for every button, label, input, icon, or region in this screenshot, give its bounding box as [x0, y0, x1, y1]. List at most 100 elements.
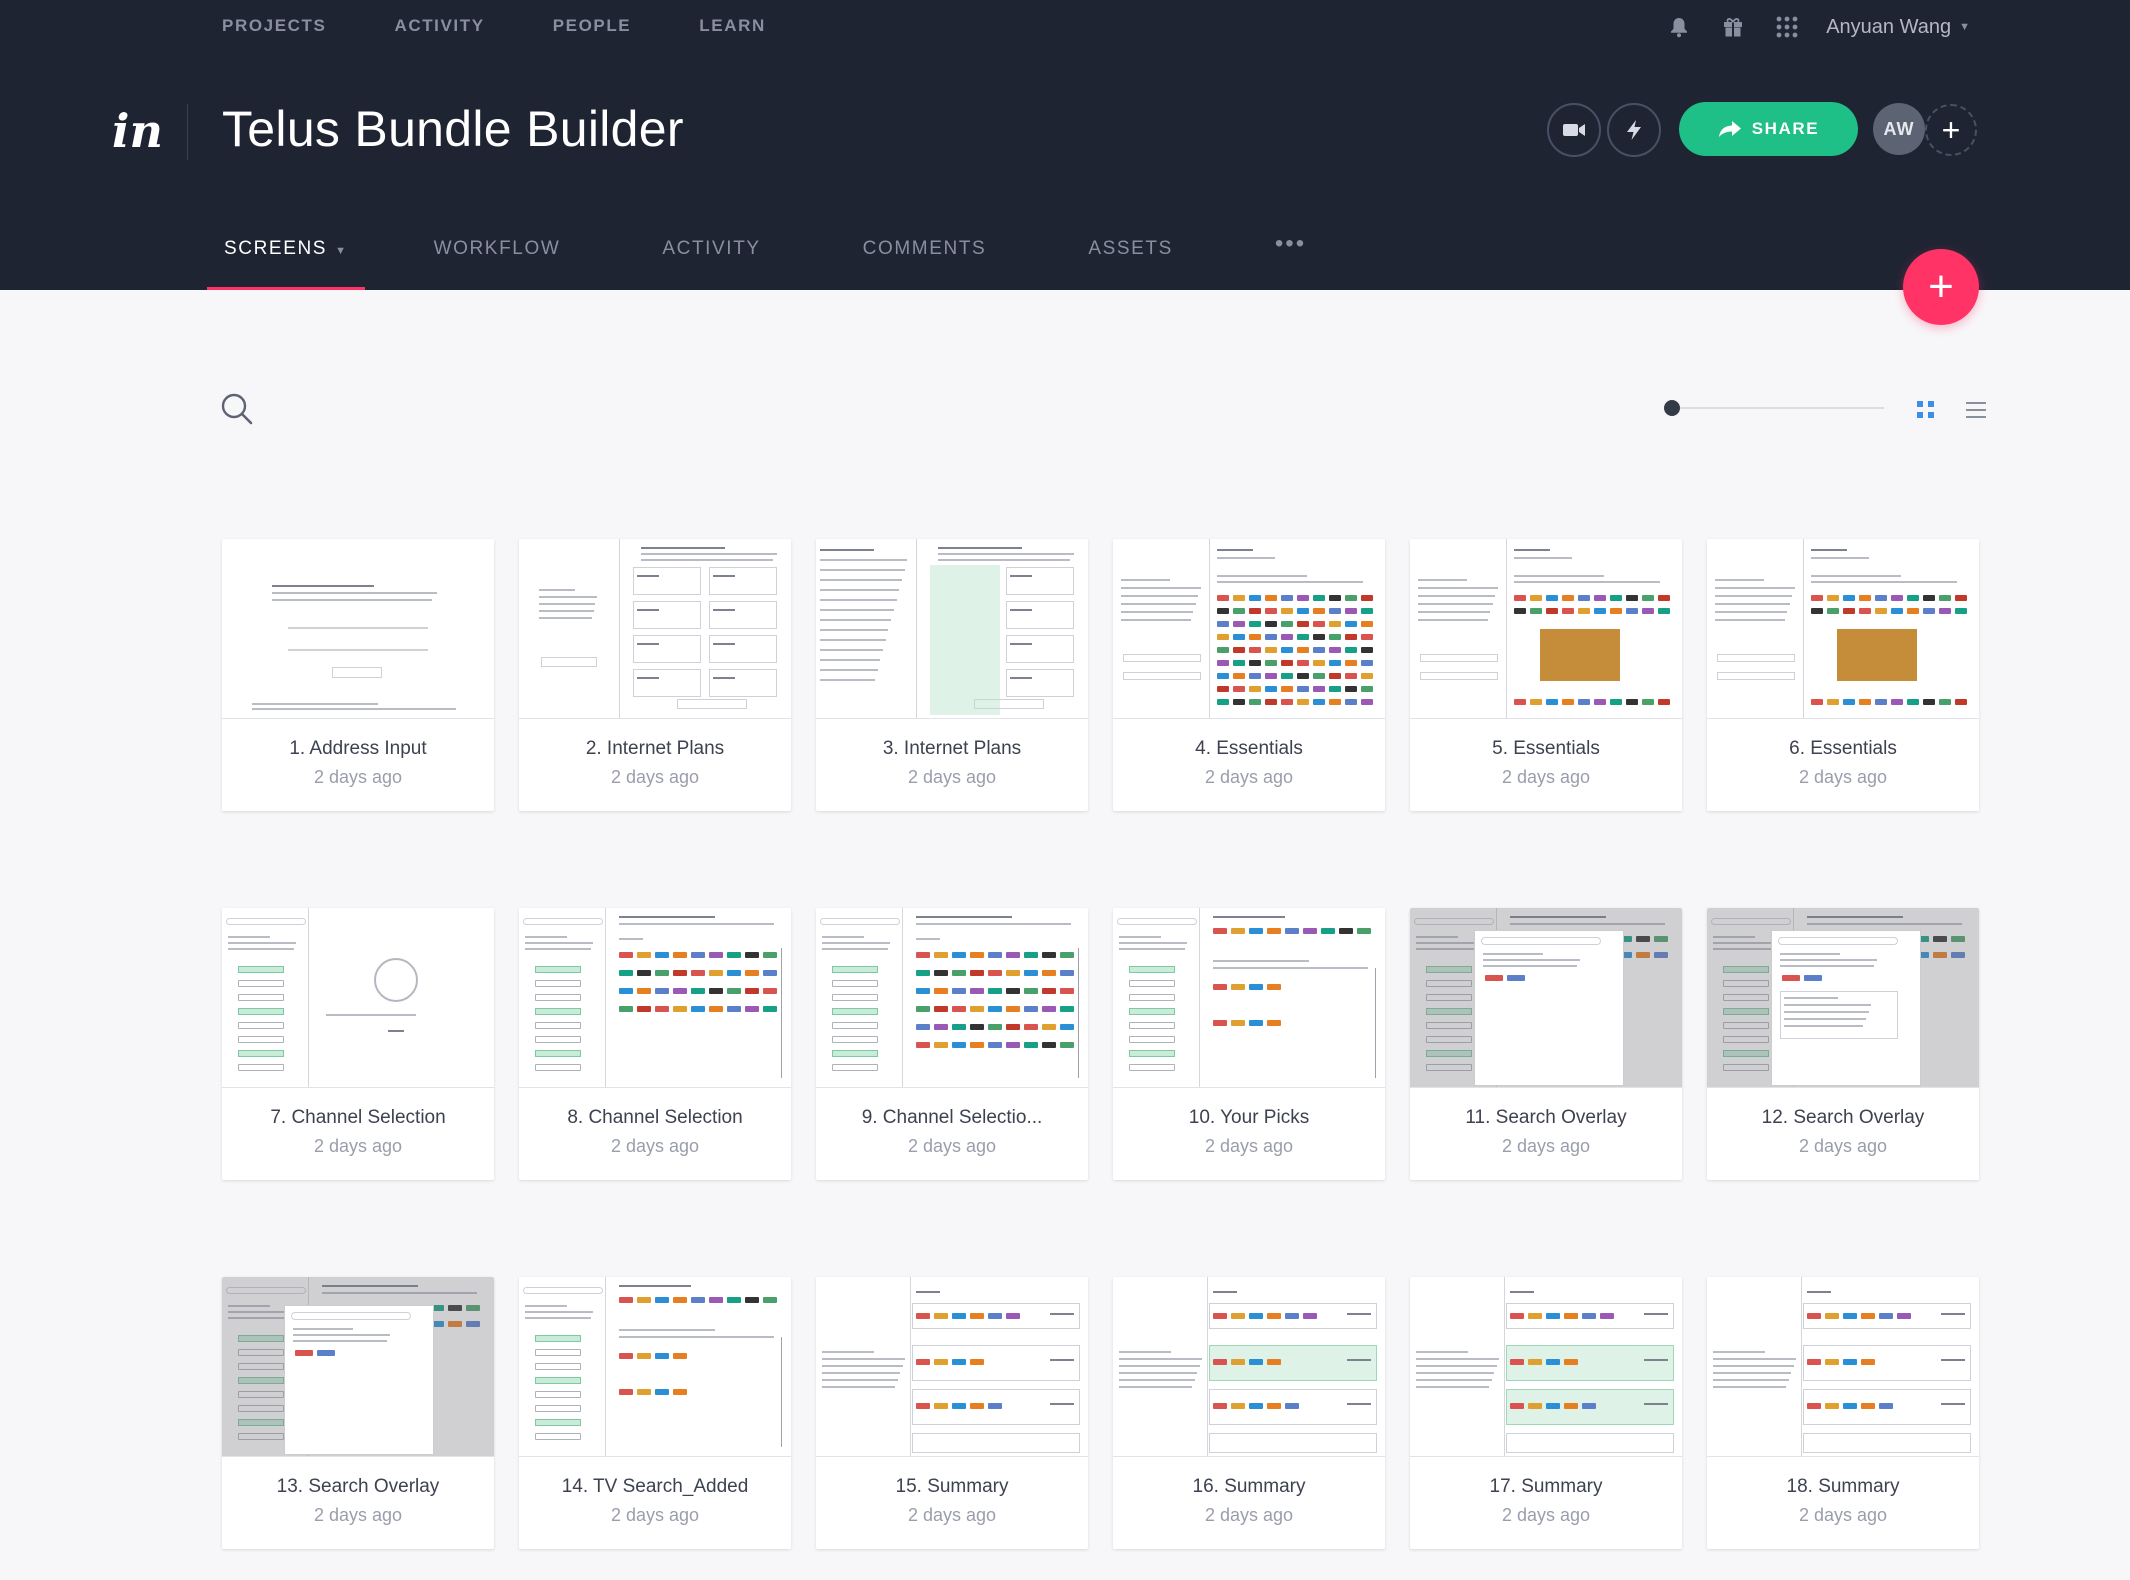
screen-card[interactable]: 18. Summary 2 days ago — [1707, 1277, 1979, 1549]
nav-learn[interactable]: LEARN — [699, 16, 766, 36]
screen-title[interactable]: 9. Channel Selectio... — [816, 1107, 1088, 1129]
apps-grid-icon[interactable] — [1774, 14, 1800, 40]
screen-thumbnail[interactable] — [1410, 1277, 1682, 1457]
invision-logo[interactable]: in — [112, 104, 163, 158]
tab-screens[interactable]: SCREENS ▼ — [207, 228, 365, 290]
thumbnail-size-slider[interactable] — [1664, 398, 1884, 418]
screen-card[interactable]: 17. Summary 2 days ago — [1410, 1277, 1682, 1549]
gift-icon[interactable] — [1720, 14, 1746, 40]
screen-date: 2 days ago — [1204, 767, 1294, 787]
nav-people[interactable]: PEOPLE — [553, 16, 632, 36]
screen-thumbnail[interactable] — [519, 908, 791, 1088]
screen-card[interactable]: 14. TV Search_Added 2 days ago — [519, 1277, 791, 1549]
screen-caption: 11. Search Overlay 2 days ago — [1410, 1088, 1682, 1157]
screen-caption: 1. Address Input 2 days ago — [222, 719, 494, 788]
share-button[interactable]: SHARE — [1679, 102, 1858, 156]
screen-thumbnail[interactable] — [519, 1277, 791, 1457]
screen-title[interactable]: 5. Essentials — [1410, 738, 1682, 760]
screen-caption: 10. Your Picks 2 days ago — [1113, 1088, 1385, 1157]
tab-activity[interactable]: ACTIVITY — [645, 228, 777, 290]
screen-card[interactable]: 13. Search Overlay 2 days ago — [222, 1277, 494, 1549]
avatar[interactable]: AW — [1873, 103, 1925, 155]
screen-thumbnail[interactable] — [1113, 539, 1385, 719]
screen-card[interactable]: 2. Internet Plans 2 days ago — [519, 539, 791, 811]
list-view-button[interactable] — [1965, 400, 1987, 420]
screen-thumbnail[interactable] — [816, 908, 1088, 1088]
screen-title[interactable]: 8. Channel Selection — [519, 1107, 791, 1129]
screen-thumbnail[interactable] — [816, 1277, 1088, 1457]
screen-thumbnail[interactable] — [222, 1277, 494, 1457]
screen-card[interactable]: 15. Summary 2 days ago — [816, 1277, 1088, 1549]
screen-thumbnail[interactable] — [222, 539, 494, 719]
screen-thumbnail[interactable] — [1113, 1277, 1385, 1457]
screen-caption: 13. Search Overlay 2 days ago — [222, 1457, 494, 1526]
lightning-button[interactable] — [1607, 103, 1661, 157]
screen-thumbnail[interactable] — [1707, 539, 1979, 719]
screen-thumbnail[interactable] — [1707, 1277, 1979, 1457]
share-arrow-icon — [1718, 121, 1741, 137]
screen-caption: 12. Search Overlay 2 days ago — [1707, 1088, 1979, 1157]
screen-thumbnail[interactable] — [816, 539, 1088, 719]
screen-title[interactable]: 18. Summary — [1707, 1476, 1979, 1498]
screen-card[interactable]: 6. Essentials 2 days ago — [1707, 539, 1979, 811]
screen-caption: 6. Essentials 2 days ago — [1707, 719, 1979, 788]
top-right-controls: Anyuan Wang ▼ — [1638, 14, 1970, 40]
screen-title[interactable]: 17. Summary — [1410, 1476, 1682, 1498]
screen-card[interactable]: 9. Channel Selectio... 2 days ago — [816, 908, 1088, 1180]
tab-assets[interactable]: ASSETS — [1071, 228, 1190, 290]
screen-title[interactable]: 14. TV Search_Added — [519, 1476, 791, 1498]
screen-title[interactable]: 4. Essentials — [1113, 738, 1385, 760]
screen-card[interactable]: 1. Address Input 2 days ago — [222, 539, 494, 811]
screen-title[interactable]: 3. Internet Plans — [816, 738, 1088, 760]
nav-activity[interactable]: ACTIVITY — [394, 16, 484, 36]
screen-card[interactable]: 11. Search Overlay 2 days ago — [1410, 908, 1682, 1180]
bell-icon[interactable] — [1666, 14, 1692, 40]
screen-title[interactable]: 16. Summary — [1113, 1476, 1385, 1498]
screen-title[interactable]: 7. Channel Selection — [222, 1107, 494, 1129]
screen-title[interactable]: 12. Search Overlay — [1707, 1107, 1979, 1129]
screen-card[interactable]: 12. Search Overlay 2 days ago — [1707, 908, 1979, 1180]
slider-handle[interactable] — [1664, 400, 1680, 416]
screen-title[interactable]: 15. Summary — [816, 1476, 1088, 1498]
screen-title[interactable]: 1. Address Input — [222, 738, 494, 760]
screen-caption: 17. Summary 2 days ago — [1410, 1457, 1682, 1526]
screen-title[interactable]: 13. Search Overlay — [222, 1476, 494, 1498]
screen-date: 2 days ago — [610, 767, 700, 787]
tab-comments[interactable]: COMMENTS — [846, 228, 1004, 290]
record-button[interactable] — [1547, 103, 1601, 157]
screen-title[interactable]: 6. Essentials — [1707, 738, 1979, 760]
screen-caption: 4. Essentials 2 days ago — [1113, 719, 1385, 788]
screen-thumbnail[interactable] — [1410, 908, 1682, 1088]
screen-caption: 9. Channel Selectio... 2 days ago — [816, 1088, 1088, 1157]
screen-title[interactable]: 11. Search Overlay — [1410, 1107, 1682, 1129]
add-person-button[interactable]: + — [1925, 104, 1977, 156]
screen-card[interactable]: 10. Your Picks 2 days ago — [1113, 908, 1385, 1180]
user-menu[interactable]: Anyuan Wang — [1826, 16, 1951, 39]
screen-card[interactable]: 7. Channel Selection 2 days ago — [222, 908, 494, 1180]
nav-projects[interactable]: PROJECTS — [222, 16, 326, 36]
more-tabs-button[interactable]: ••• — [1258, 228, 1323, 290]
screen-thumbnail[interactable] — [1707, 908, 1979, 1088]
header-divider — [187, 104, 188, 160]
screen-thumbnail[interactable] — [1113, 908, 1385, 1088]
screen-thumbnail[interactable] — [519, 539, 791, 719]
screen-thumbnail[interactable] — [1410, 539, 1682, 719]
chevron-down-icon[interactable]: ▼ — [1959, 21, 1970, 33]
screen-title[interactable]: 10. Your Picks — [1113, 1107, 1385, 1129]
tab-screens-label: SCREENS — [224, 238, 328, 259]
add-screen-button[interactable]: + — [1903, 249, 1979, 325]
screen-date: 2 days ago — [313, 1136, 403, 1156]
screen-card[interactable]: 3. Internet Plans 2 days ago — [816, 539, 1088, 811]
search-button[interactable] — [220, 392, 254, 431]
screen-card[interactable]: 16. Summary 2 days ago — [1113, 1277, 1385, 1549]
grid-view-button[interactable] — [1916, 400, 1936, 420]
tab-workflow[interactable]: WORKFLOW — [417, 228, 578, 290]
screen-caption: 5. Essentials 2 days ago — [1410, 719, 1682, 788]
screen-thumbnail[interactable] — [222, 908, 494, 1088]
screen-caption: 14. TV Search_Added 2 days ago — [519, 1457, 791, 1526]
screen-card[interactable]: 4. Essentials 2 days ago — [1113, 539, 1385, 811]
screen-card[interactable]: 8. Channel Selection 2 days ago — [519, 908, 791, 1180]
screen-card[interactable]: 5. Essentials 2 days ago — [1410, 539, 1682, 811]
screen-title[interactable]: 2. Internet Plans — [519, 738, 791, 760]
screen-date: 2 days ago — [1501, 1136, 1591, 1156]
